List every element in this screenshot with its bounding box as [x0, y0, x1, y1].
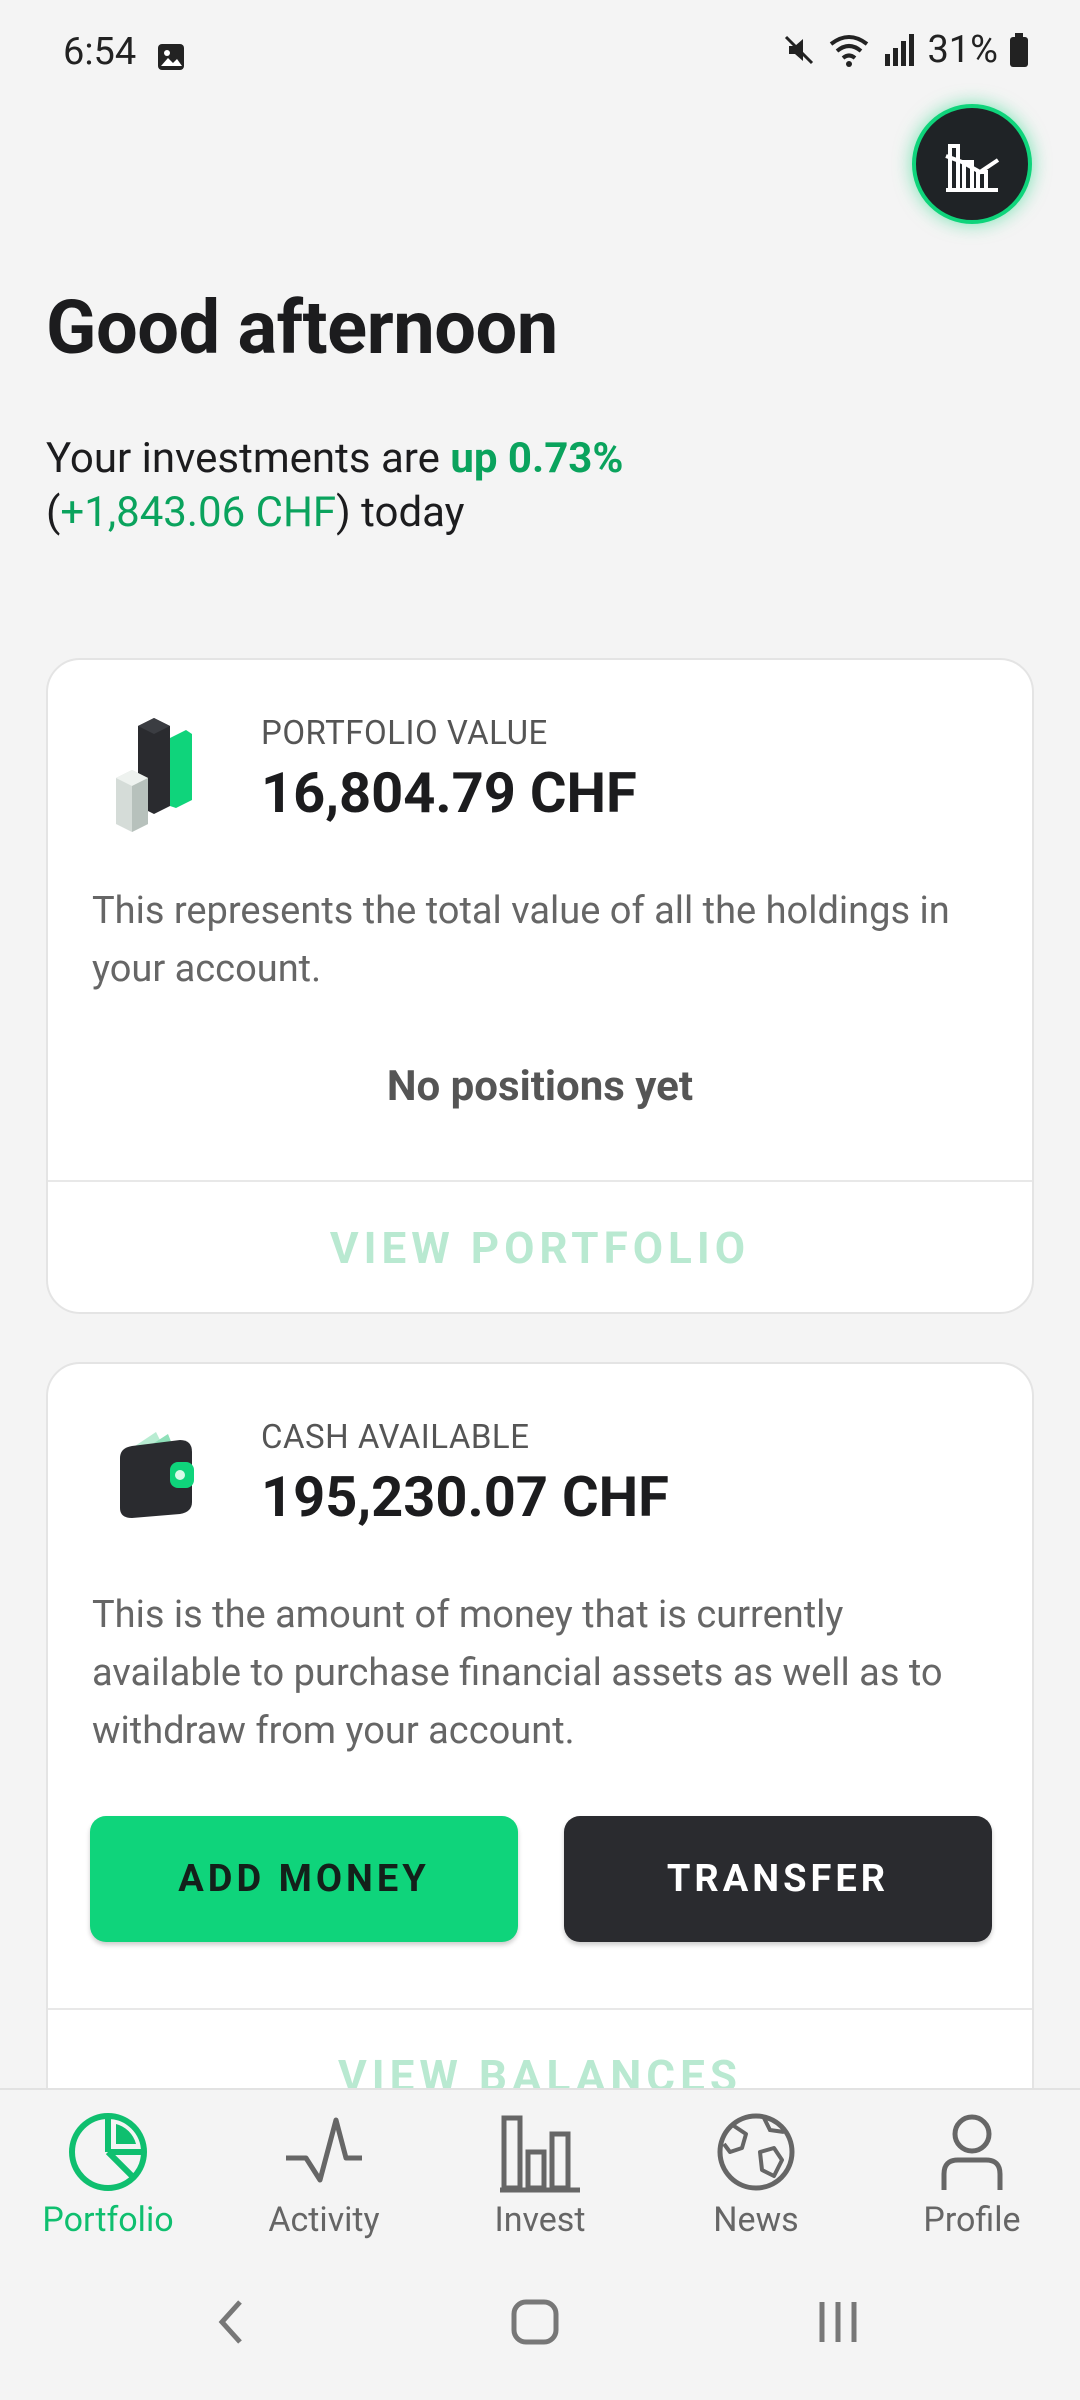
summary-change-percent: up 0.73%: [450, 434, 624, 483]
cash-available-card: CASH AVAILABLE 195,230.07 CHF This is th…: [46, 1362, 1034, 2142]
summary-change-amount: +1,843.06 CHF: [60, 488, 337, 537]
summary-suffix: ) today: [336, 488, 465, 537]
battery-percent: 31%: [927, 28, 998, 72]
cash-available-amount: 195,230.07 CHF: [261, 1464, 669, 1530]
chart-button[interactable]: [912, 104, 1032, 224]
status-time: 6:54: [63, 30, 137, 74]
cash-description: This is the amount of money that is curr…: [92, 1593, 943, 1753]
portfolio-value-label: PORTFOLIO VALUE: [261, 714, 548, 753]
divider: [48, 1180, 1032, 1182]
nav-label-activity: Activity: [268, 2200, 380, 2240]
portfolio-blocks-icon: [116, 718, 192, 832]
home-icon[interactable]: [508, 2294, 564, 2350]
nav-item-invest[interactable]: Invest: [440, 2108, 640, 2240]
signal-icon: [885, 34, 915, 66]
wallet-icon: [120, 1432, 194, 1518]
back-icon[interactable]: [212, 2294, 252, 2350]
bar-chart-icon: [500, 2115, 580, 2193]
add-money-button[interactable]: ADD MONEY: [90, 1816, 518, 1942]
nav-item-activity[interactable]: Activity: [224, 2108, 424, 2240]
nav-item-news[interactable]: News: [656, 2108, 856, 2240]
nav-item-profile[interactable]: Profile: [872, 2108, 1072, 2240]
nav-label-invest: Invest: [494, 2200, 586, 2240]
pulse-icon: [286, 2117, 362, 2183]
portfolio-description: This represents the total value of all t…: [92, 889, 950, 991]
nav-label-profile: Profile: [923, 2200, 1021, 2240]
pie-chart-icon: [69, 2113, 147, 2191]
empty-state-text: No positions yet: [386, 1062, 694, 1111]
transfer-button[interactable]: TRANSFER: [564, 1816, 992, 1942]
chart-icon: [945, 144, 1000, 192]
investment-summary: Your investments are up 0.73% (+1,843.06 …: [46, 432, 946, 540]
battery-icon: [1010, 33, 1028, 67]
gallery-notification-icon: [158, 44, 184, 70]
system-navigation-bar: [0, 2244, 1080, 2400]
nav-label-portfolio: Portfolio: [42, 2200, 174, 2240]
greeting-title: Good afternoon: [46, 285, 558, 372]
status-bar: 6:54 31%: [0, 0, 1080, 110]
cash-available-label: CASH AVAILABLE: [261, 1418, 530, 1457]
divider: [48, 2008, 1032, 2010]
nav-item-portfolio[interactable]: Portfolio: [8, 2108, 208, 2240]
summary-prefix: Your investments are: [46, 434, 451, 483]
recent-apps-icon[interactable]: [814, 2294, 864, 2350]
portfolio-value-amount: 16,804.79 CHF: [261, 760, 637, 826]
status-indicators: 31%: [781, 28, 1030, 72]
bottom-navigation: Portfolio Activity Invest News Profile: [0, 2088, 1080, 2246]
view-portfolio-link[interactable]: VIEW PORTFOLIO: [48, 1222, 1032, 1274]
summary-open-paren: (: [46, 488, 61, 537]
person-icon: [941, 2114, 1003, 2190]
globe-icon: [717, 2113, 795, 2191]
nav-label-news: News: [713, 2200, 799, 2240]
mute-icon: [785, 35, 814, 65]
wifi-icon: [830, 35, 869, 67]
portfolio-value-card: PORTFOLIO VALUE 16,804.79 CHF This repre…: [46, 658, 1034, 1314]
